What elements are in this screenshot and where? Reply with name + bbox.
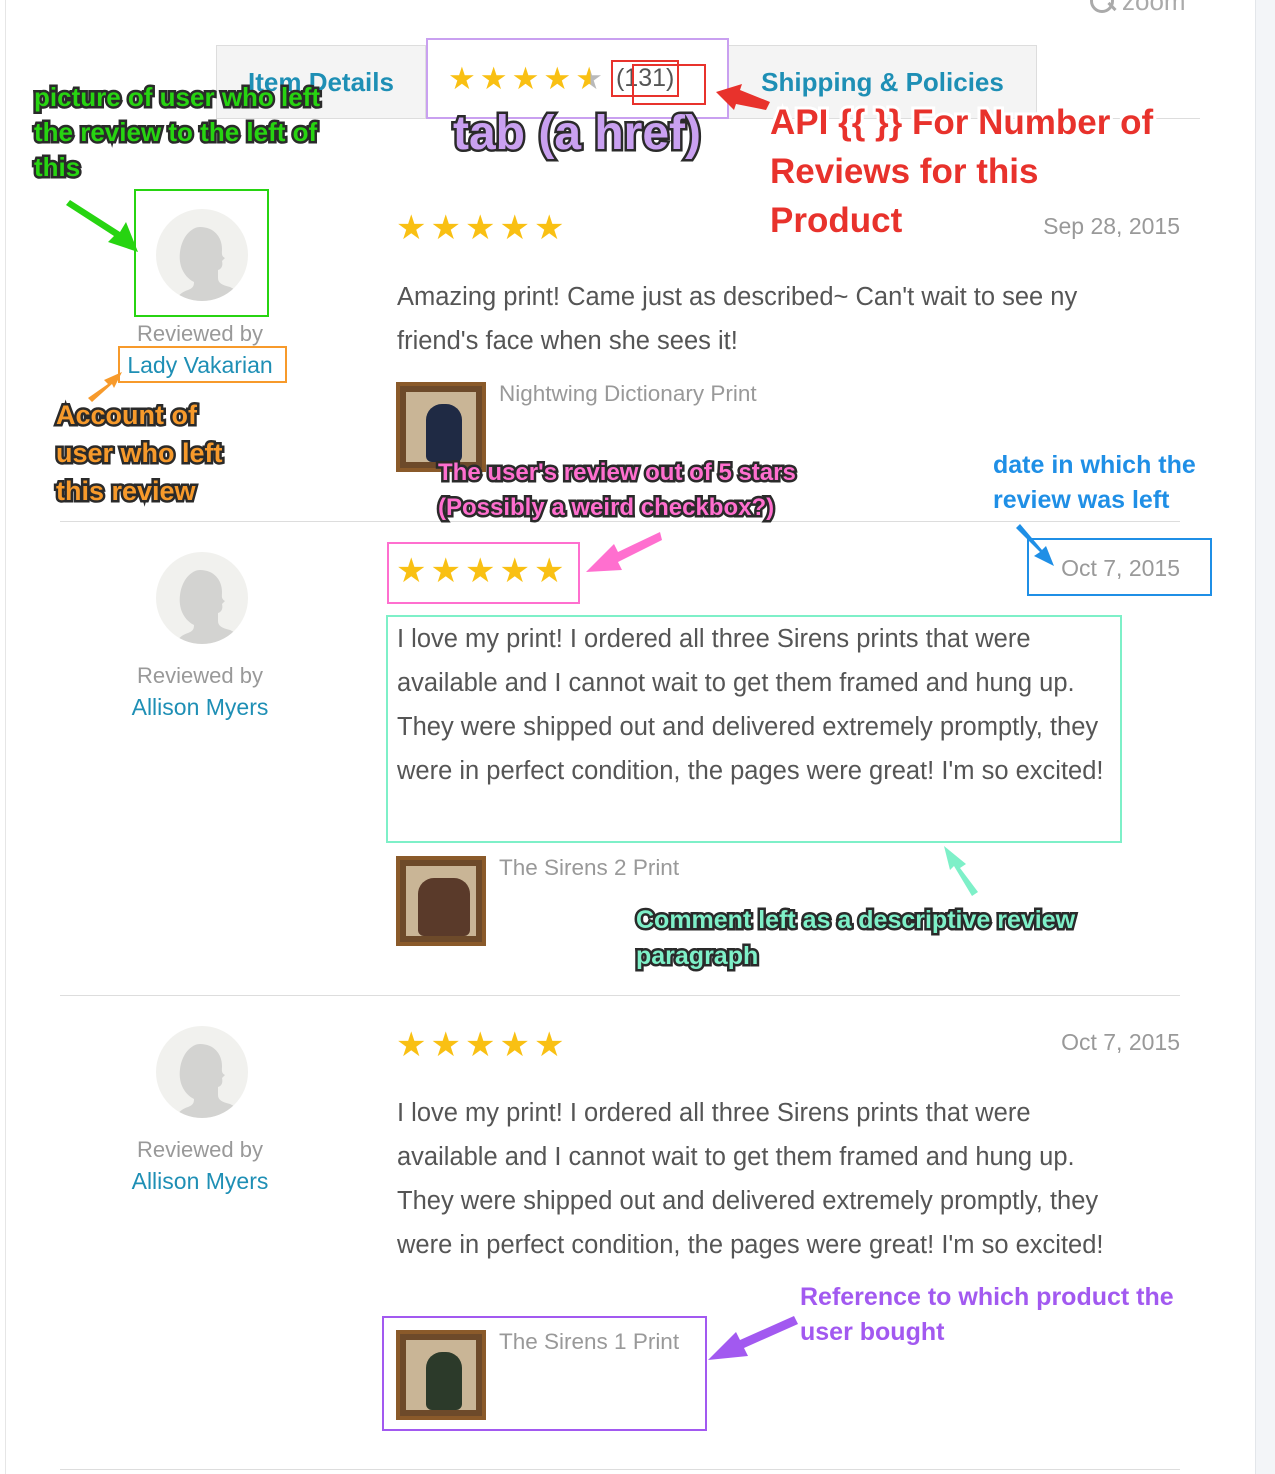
star-icon: ★	[533, 1026, 565, 1064]
annotation-box-comment	[386, 615, 1122, 843]
star-icon: ★	[448, 61, 476, 96]
annotation-box-stars	[387, 542, 580, 604]
review-divider	[60, 1469, 1180, 1470]
annotation-box-avatar	[134, 189, 269, 317]
magnifier-icon	[1090, 0, 1116, 15]
annotation-reference-label: Reference to which product the user boug…	[797, 1280, 1177, 1349]
star-icon: ★	[464, 1026, 496, 1064]
half-star-icon: ★	[575, 61, 603, 96]
reviewed-by-label: Reviewed by	[137, 1137, 263, 1162]
product-thumbnail[interactable]	[396, 856, 486, 946]
reviewer-link[interactable]: Allison Myers	[100, 1168, 300, 1195]
page-left-border	[5, 0, 6, 1474]
overall-rating-stars: ★ ★ ★ ★ ★	[448, 63, 603, 94]
star-icon: ★	[499, 209, 530, 247]
reviewer-link[interactable]: Allison Myers	[100, 694, 300, 721]
star-icon: ★	[511, 61, 540, 96]
reviewed-by-label: Reviewed by	[137, 663, 263, 688]
scrollbar-track[interactable]	[1255, 0, 1275, 1474]
reviewed-by-label: Reviewed by	[137, 321, 263, 346]
annotation-account-label: Account of user who left this review	[54, 398, 226, 509]
annotation-box-reference	[382, 1316, 707, 1431]
annotation-api-label: API {{ }} For Number of Reviews for this…	[767, 100, 1156, 243]
star-icon: ★	[533, 209, 565, 247]
annotation-date-label: date in which the review was left	[990, 448, 1199, 517]
annotation-box-date	[1027, 538, 1212, 596]
star-icon: ★	[396, 209, 427, 247]
annotation-box-account	[118, 346, 287, 383]
product-title-link[interactable]: Nightwing Dictionary Print	[499, 381, 757, 407]
user-silhouette-icon	[176, 1044, 236, 1118]
star-icon: ★	[430, 209, 461, 247]
review-divider	[60, 995, 1180, 996]
review-date: Oct 7, 2015	[1061, 1029, 1180, 1055]
star-icon: ★	[430, 1026, 461, 1064]
zoom-label: zoom	[1122, 0, 1186, 16]
user-silhouette-icon	[176, 570, 236, 644]
annotation-box-count	[632, 64, 706, 105]
reviewer-avatar[interactable]	[156, 552, 248, 644]
annotation-picture-label: picture of user who left the review to t…	[32, 80, 323, 185]
star-icon: ★	[464, 209, 496, 247]
product-title-link[interactable]: The Sirens 2 Print	[499, 855, 679, 881]
star-icon: ★	[543, 61, 572, 96]
annotation-comment-label: Comment left as a descriptive review par…	[634, 904, 1078, 973]
review-text: Amazing print! Came just as described~ C…	[397, 283, 1078, 355]
star-icon: ★	[479, 61, 508, 96]
review-rating-stars: ★ ★ ★ ★ ★	[396, 1028, 564, 1062]
zoom-button[interactable]: zoom	[1090, 0, 1186, 17]
star-icon: ★	[499, 1026, 530, 1064]
reviewer-avatar[interactable]	[156, 1026, 248, 1118]
annotation-tab-label: tab (a href)	[450, 105, 703, 163]
review-rating-stars: ★ ★ ★ ★ ★	[396, 211, 564, 245]
annotation-stars-label: The user's review out of 5 stars (Possib…	[436, 457, 799, 524]
star-icon: ★	[396, 1026, 427, 1064]
review-text: I love my print! I ordered all three Sir…	[397, 1099, 1104, 1259]
